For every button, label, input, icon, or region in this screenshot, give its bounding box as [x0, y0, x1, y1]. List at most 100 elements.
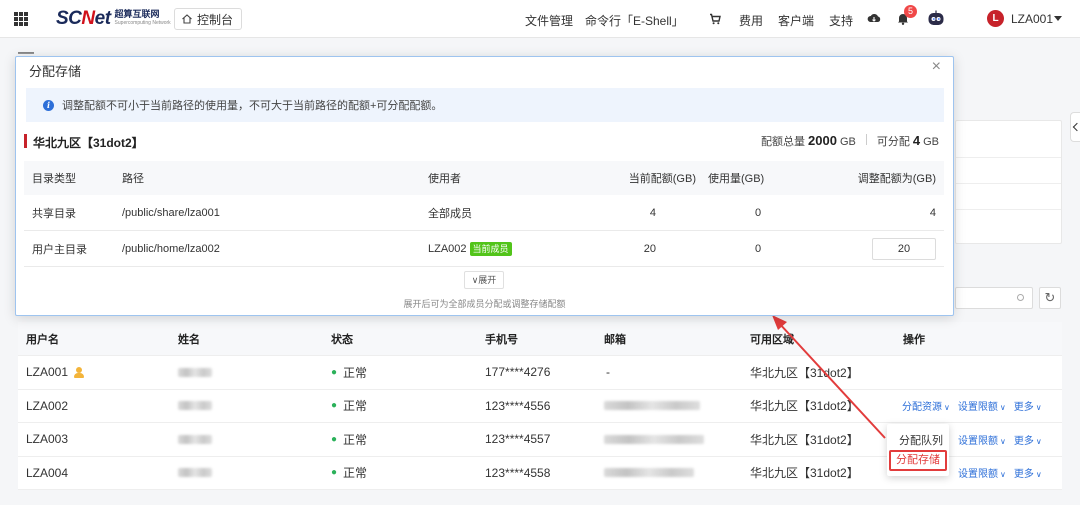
scnet-logo[interactable]: SCNet 超算互联网 Supercomputing Network	[56, 8, 171, 30]
phone-cell: 177****4276	[485, 365, 551, 380]
region-cell: 华北九区【31dot2】	[750, 365, 859, 380]
table-row: 共享目录 /public/share/lza001 全部成员 4 0 4	[24, 195, 944, 231]
logo-en-text: Supercomputing Network	[114, 20, 171, 26]
notice-text: 调整配额不可小于当前路径的使用量，不可大于当前路径的配额+可分配配额。	[62, 100, 443, 112]
status-dot-icon: ●	[331, 467, 338, 479]
col-username: 用户名	[26, 333, 59, 346]
email-blurred	[604, 434, 704, 444]
nav-billing[interactable]: 费用	[739, 12, 763, 29]
username-cell: LZA001	[26, 365, 69, 380]
usage-cell: 0	[755, 242, 762, 255]
user-cell: 全部成员	[428, 207, 472, 220]
quota-total-label: 配额总量	[761, 136, 806, 148]
col-usage: 使用量(GB)	[708, 173, 765, 185]
dir-type-cell: 共享目录	[32, 207, 76, 220]
quota-avail-unit: GB	[923, 136, 939, 148]
user-cell: LZA002	[428, 242, 467, 255]
col-phone: 手机号	[485, 333, 518, 346]
username-cell: LZA002	[26, 398, 69, 413]
col-email: 邮箱	[604, 333, 626, 346]
quota-total-unit: GB	[839, 136, 856, 148]
col-name: 姓名	[178, 333, 200, 346]
phone-cell: 123****4558	[485, 465, 551, 480]
set-limit-button[interactable]: 设置限额 ∨	[958, 432, 1006, 447]
robot-icon[interactable]	[927, 10, 945, 27]
close-icon[interactable]: ×	[932, 58, 941, 76]
adjust-quota-input[interactable]	[872, 237, 936, 260]
status-dot-icon: ●	[331, 400, 338, 412]
table-header-row: 用户名 姓名 状态 手机号 邮箱 可用区域 操作	[18, 322, 1062, 356]
region-title: 华北九区【31dot2】	[33, 136, 144, 150]
more-button[interactable]: 更多 ∨	[1014, 432, 1042, 447]
nav-support[interactable]: 支持	[829, 12, 853, 29]
admin-crown-icon	[74, 366, 85, 378]
email-blurred	[604, 468, 694, 478]
cart-icon[interactable]	[709, 13, 721, 25]
dir-type-cell: 用户主目录	[32, 243, 87, 256]
collapse-panel-icon[interactable]	[1070, 112, 1080, 142]
status-dot-icon: ●	[331, 366, 338, 378]
col-user: 使用者	[428, 173, 461, 185]
path-cell: /public/home/lza002	[122, 242, 220, 255]
cloud-download-icon[interactable]	[867, 12, 881, 24]
status-text: 正常	[343, 365, 368, 380]
chevron-down-icon: ∨	[1035, 470, 1042, 480]
col-region: 可用区域	[750, 333, 794, 346]
info-notice: i 调整配额不可小于当前路径的使用量，不可大于当前路径的配额+可分配配额。	[26, 88, 944, 122]
storage-quota-table: 目录类型 路径 使用者 当前配额(GB) 使用量(GB) 调整配额为(GB) 共…	[24, 161, 944, 267]
refresh-button[interactable]: ↻	[1039, 287, 1061, 309]
name-blurred	[178, 367, 212, 377]
user-avatar[interactable]: L	[987, 10, 1004, 27]
usage-cell: 0	[755, 206, 762, 219]
chevron-down-icon: ∨	[1035, 403, 1042, 413]
nav-e-shell[interactable]: 命令行「E-Shell」	[585, 12, 684, 29]
expand-button[interactable]: ∨展开	[464, 271, 504, 289]
search-input[interactable]	[955, 287, 1033, 309]
col-status: 状态	[331, 333, 353, 346]
col-current-quota: 当前配额(GB)	[628, 173, 696, 185]
col-adjust-quota: 调整配额为(GB)	[857, 173, 936, 185]
phone-cell: 123****4557	[485, 432, 551, 447]
status-text: 正常	[343, 399, 368, 414]
more-button[interactable]: 更多 ∨	[1014, 465, 1042, 480]
adjust-quota-value: 4	[929, 206, 936, 219]
chevron-down-icon[interactable]	[1054, 16, 1062, 21]
username-cell: LZA003	[26, 432, 69, 447]
refresh-icon: ↻	[1044, 290, 1056, 305]
status-dot-icon: ●	[331, 433, 338, 445]
email-cell: -	[606, 365, 610, 380]
col-path: 路径	[122, 173, 144, 185]
notification-badge: 5	[904, 5, 917, 18]
more-button[interactable]: 更多 ∨	[1014, 398, 1042, 413]
table-header-row: 目录类型 路径 使用者 当前配额(GB) 使用量(GB) 调整配额为(GB)	[24, 161, 944, 195]
col-dir-type: 目录类型	[32, 173, 76, 185]
expand-hint-text: 展开后可为全部成员分配或调整存储配额	[403, 299, 566, 309]
region-cell: 华北九区【31dot2】	[750, 399, 859, 414]
name-blurred	[178, 401, 212, 411]
col-actions: 操作	[903, 333, 925, 346]
chevron-down-icon: ∨	[1000, 436, 1006, 446]
dialog-title: 分配存储	[29, 64, 82, 79]
alloc-resource-dropdown: 分配队列 分配存储	[887, 424, 949, 476]
nav-client[interactable]: 客户端	[778, 12, 814, 29]
alloc-resource-button[interactable]: 分配资源 ∨	[902, 398, 950, 413]
name-blurred	[178, 434, 212, 444]
chevron-down-icon: ∨	[1035, 436, 1042, 446]
status-text: 正常	[343, 432, 368, 447]
chevron-down-icon: ∨	[1000, 470, 1006, 480]
background-info-card	[955, 120, 1062, 244]
menu-item-alloc-storage[interactable]: 分配存储	[889, 450, 947, 471]
set-limit-button[interactable]: 设置限额 ∨	[958, 398, 1006, 413]
app-grid-icon[interactable]	[14, 12, 28, 26]
user-name[interactable]: LZA001	[1011, 12, 1053, 26]
set-limit-button[interactable]: 设置限额 ∨	[958, 465, 1006, 480]
region-cell: 华北九区【31dot2】	[750, 432, 859, 447]
region-accent-bar	[24, 134, 27, 148]
table-row: LZA001 ● 正常 177****4276 - 华北九区【31dot2】	[18, 356, 1062, 390]
console-button[interactable]: 控制台	[174, 8, 243, 30]
quota-avail-label: 可分配	[876, 136, 910, 148]
nav-file-management[interactable]: 文件管理	[525, 12, 573, 29]
current-quota-cell: 4	[649, 206, 656, 219]
menu-item-alloc-queue[interactable]: 分配队列	[899, 432, 943, 448]
quota-avail-value: 4	[912, 133, 921, 148]
